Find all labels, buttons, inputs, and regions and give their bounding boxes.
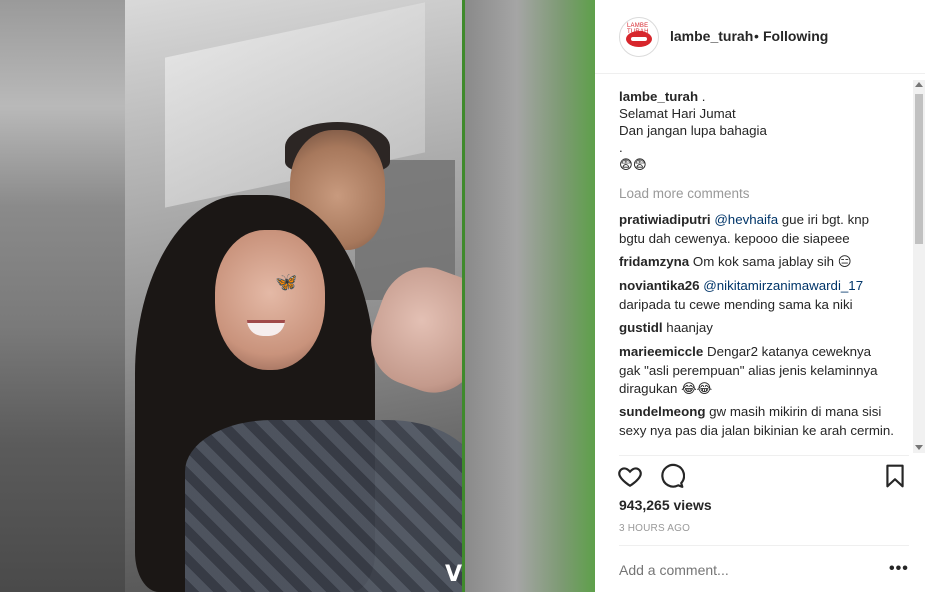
comment-username[interactable]: sundelmeong <box>619 404 705 419</box>
comment-username[interactable]: marieemiccle <box>619 344 703 359</box>
action-bar <box>595 460 925 492</box>
comment-item: marieemiccle Dengar2 katanya ceweknya ga… <box>619 343 894 399</box>
comment-text: haanjay <box>666 320 713 335</box>
header-separator: • <box>754 28 759 44</box>
comment-text: Om kok sama jablay sih 😑 <box>692 254 852 269</box>
caption-line-1: Selamat Hari Jumat <box>619 106 736 121</box>
media-blur-right <box>465 0 595 592</box>
header-username[interactable]: lambe_turah <box>670 28 753 44</box>
comment-username[interactable]: noviantika26 <box>619 278 700 293</box>
comment-item: noviantika26 @nikitamirzanimawardi_17 da… <box>619 277 894 314</box>
divider <box>619 545 909 546</box>
heart-icon[interactable] <box>617 463 643 489</box>
bookmark-icon[interactable] <box>882 463 908 489</box>
post-details-panel: LAMBE TURAH lambe_turah • Following lamb… <box>595 0 925 592</box>
comment-mention[interactable]: @nikitamirzanimawardi_17 <box>703 278 863 293</box>
comment-item: pratiwiadiputri @hevhaifa gue iri bgt. k… <box>619 211 894 248</box>
more-options-icon[interactable]: ••• <box>889 560 909 578</box>
comment-bubble-icon[interactable] <box>659 463 685 489</box>
add-comment-input[interactable] <box>619 562 869 578</box>
lips-logo-icon <box>626 31 652 47</box>
caption-username[interactable]: lambe_turah <box>619 89 698 104</box>
following-button[interactable]: Following <box>763 28 828 44</box>
divider <box>619 455 909 456</box>
comments-list[interactable]: lambe_turah . Selamat Hari Jumat Dan jan… <box>595 75 925 455</box>
butterfly-sticker: 🦋 <box>275 272 298 293</box>
comment-item: gustidl haanjay <box>619 319 894 338</box>
post-caption: lambe_turah . Selamat Hari Jumat Dan jan… <box>619 88 909 173</box>
comment-item: sundelmeong gw masih mikirin di mana sis… <box>619 403 894 440</box>
media-blur-left <box>0 0 125 592</box>
scrollbar-thumb[interactable] <box>915 94 923 244</box>
load-more-comments-button[interactable]: Load more comments <box>619 186 750 201</box>
video-frame[interactable]: 🦋 V <box>125 0 462 592</box>
comment-mention[interactable]: @hevhaifa <box>714 212 778 227</box>
video-watermark: V <box>445 562 462 587</box>
comment-username[interactable]: gustidl <box>619 320 663 335</box>
caption-line-3: . <box>619 140 623 155</box>
views-count[interactable]: 943,265 views <box>619 497 712 513</box>
comments-scrollbar[interactable] <box>913 80 925 453</box>
scroll-down-arrow-icon[interactable] <box>915 445 923 450</box>
caption-line-0: . <box>698 89 706 104</box>
caption-line-4: 😨😨 <box>619 157 647 172</box>
comment-text: daripada tu cewe mending sama ka niki <box>619 296 853 312</box>
comment-item: fridamzyna Om kok sama jablay sih 😑 <box>619 253 894 272</box>
post-header: LAMBE TURAH lambe_turah • Following <box>595 0 925 74</box>
comment-username[interactable]: pratiwiadiputri <box>619 212 711 227</box>
scroll-up-arrow-icon[interactable] <box>915 82 923 87</box>
caption-line-2: Dan jangan lupa bahagia <box>619 123 767 138</box>
post-timestamp[interactable]: 3 HOURS AGO <box>619 523 690 534</box>
avatar[interactable]: LAMBE TURAH <box>619 17 659 57</box>
post-media[interactable]: 🦋 V <box>0 0 595 592</box>
scene-shirt <box>185 420 462 592</box>
comment-username[interactable]: fridamzyna <box>619 254 689 269</box>
scene-woman-face <box>215 230 325 370</box>
